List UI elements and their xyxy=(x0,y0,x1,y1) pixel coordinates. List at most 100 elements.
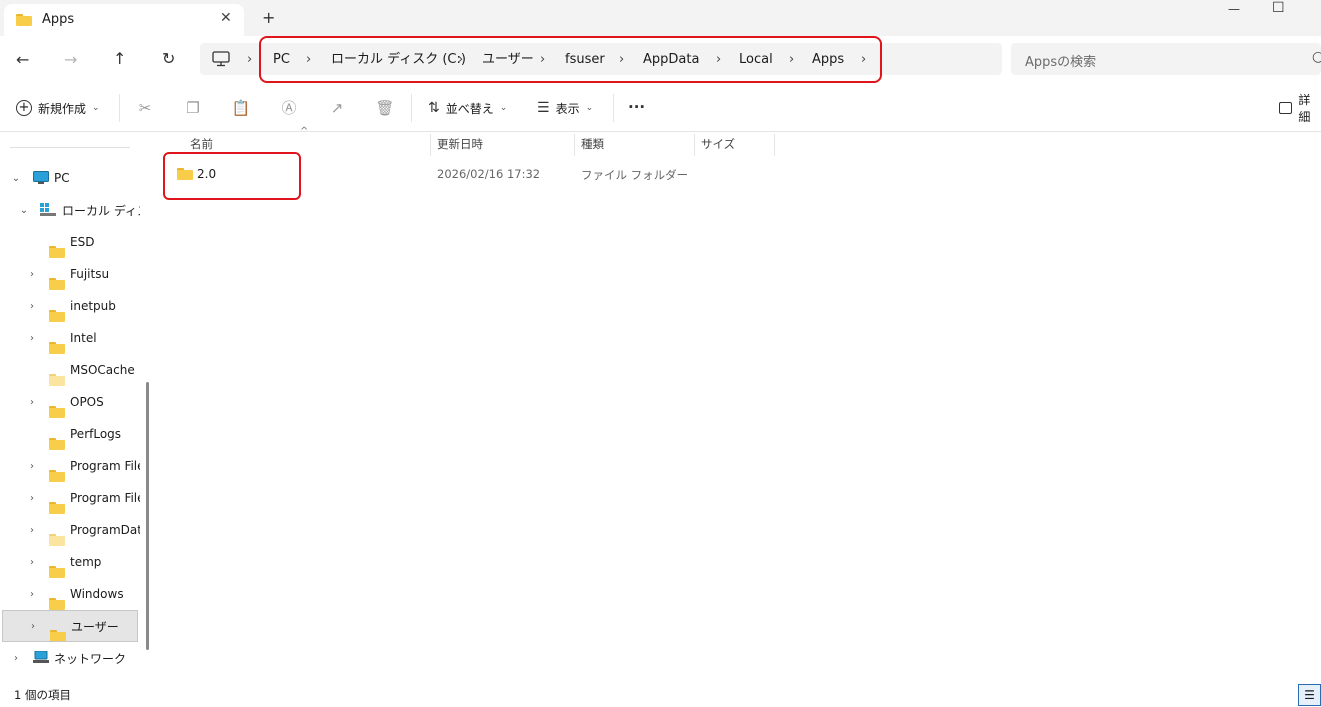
search-icon[interactable]: ○ xyxy=(1312,49,1321,65)
copy-icon[interactable]: ❐ xyxy=(183,98,203,118)
chevron-right-icon[interactable]: › xyxy=(10,653,22,664)
chevron-right-icon[interactable]: › xyxy=(26,397,38,408)
chevron-right-icon[interactable]: › xyxy=(26,461,38,472)
nav-item-folder[interactable]: › Windows xyxy=(0,578,140,610)
chevron-right-icon[interactable]: › xyxy=(26,589,38,600)
chevron-right-icon[interactable]: › xyxy=(26,269,38,280)
folder-icon xyxy=(49,438,65,450)
folder-icon xyxy=(49,406,65,418)
nav-item-label: temp xyxy=(70,555,102,569)
nav-item-folder[interactable]: › ユーザー xyxy=(2,610,138,642)
nav-item-pc[interactable]: ⌄ PC xyxy=(0,162,140,194)
minimize-button[interactable]: — xyxy=(1228,2,1240,16)
column-header-size[interactable]: サイズ xyxy=(695,134,775,156)
chevron-down-icon[interactable]: ⌄ xyxy=(10,173,22,184)
file-modified: 2026/02/16 17:32 xyxy=(437,167,541,181)
nav-scrollbar[interactable] xyxy=(146,382,149,650)
chevron-right-icon[interactable]: › xyxy=(26,557,38,568)
folder-icon xyxy=(49,598,65,610)
chevron-down-icon: ⌄ xyxy=(585,103,594,113)
nav-item-folder[interactable]: ESD xyxy=(0,226,140,258)
title-bar: Apps ✕ + — ☐ xyxy=(0,0,1321,36)
share-icon[interactable]: ↗ xyxy=(327,98,347,118)
nav-divider xyxy=(10,147,130,148)
sort-button[interactable]: ⇅ 並べ替え ⌄ xyxy=(428,96,507,120)
monitor-icon xyxy=(212,51,230,67)
nav-item-folder[interactable]: › ProgramData xyxy=(0,514,140,546)
nav-item-label: MSOCache xyxy=(70,363,135,377)
nav-item-folder[interactable]: PerfLogs xyxy=(0,418,140,450)
cut-icon[interactable]: ✂ xyxy=(135,98,155,118)
details-pane-icon xyxy=(1279,102,1293,114)
chevron-right-icon[interactable]: › xyxy=(26,525,38,536)
tab-title: Apps xyxy=(42,12,75,27)
new-button-label: 新規作成 xyxy=(38,101,87,116)
nav-item-folder[interactable]: › Intel xyxy=(0,322,140,354)
refresh-icon[interactable]: ↻ xyxy=(162,49,175,68)
sort-icon: ⇅ xyxy=(428,100,440,116)
search-input[interactable]: Appsの検索 xyxy=(1025,51,1096,70)
folder-icon xyxy=(49,246,65,258)
breadcrumb-separator[interactable]: › xyxy=(247,50,252,70)
column-header-type[interactable]: 種類 xyxy=(575,134,695,156)
folder-icon xyxy=(49,502,65,514)
network-icon xyxy=(33,651,49,663)
nav-item-label: Program Files xyxy=(70,459,140,473)
breadcrumb-highlight-box xyxy=(259,36,882,83)
file-type: ファイル フォルダー xyxy=(581,168,689,182)
nav-item-label: Windows xyxy=(70,587,124,601)
plus-circle-icon: + xyxy=(16,100,32,116)
back-arrow-icon[interactable]: ← xyxy=(16,50,29,69)
nav-item-label: ESD xyxy=(70,235,95,249)
nav-item-label: inetpub xyxy=(70,299,116,313)
column-header-modified[interactable]: 更新日時 xyxy=(431,134,575,156)
new-button[interactable]: + 新規作成 ⌄ xyxy=(16,96,100,120)
nav-item-network[interactable]: › ネットワーク xyxy=(0,642,140,674)
tab-apps[interactable]: Apps ✕ xyxy=(4,4,244,36)
chevron-right-icon[interactable]: › xyxy=(26,333,38,344)
nav-item-local-disk[interactable]: ⌄ ローカル ディスク (C:) xyxy=(0,194,140,226)
folder-icon xyxy=(49,566,65,578)
view-button[interactable]: ☰ 表示 ⌄ xyxy=(537,96,593,120)
more-options-button[interactable]: ··· xyxy=(628,98,645,116)
folder-icon xyxy=(49,310,65,322)
new-tab-button[interactable]: + xyxy=(262,8,275,27)
chevron-right-icon[interactable]: › xyxy=(26,493,38,504)
pc-icon xyxy=(33,171,49,184)
nav-item-label: ローカル ディスク (C:) xyxy=(62,203,140,218)
chevron-right-icon[interactable]: › xyxy=(26,301,38,312)
rename-icon[interactable]: Ⓐ xyxy=(279,98,299,118)
nav-item-folder[interactable]: › OPOS xyxy=(0,386,140,418)
nav-item-folder[interactable]: › inetpub xyxy=(0,290,140,322)
close-tab-icon[interactable]: ✕ xyxy=(220,10,232,26)
nav-item-label: ユーザー xyxy=(71,619,119,634)
paste-icon[interactable]: 📋 xyxy=(231,98,251,118)
delete-icon[interactable]: 🗑 xyxy=(375,98,395,118)
folder-icon xyxy=(49,278,65,290)
toolbar-divider xyxy=(119,94,120,122)
drive-icon xyxy=(40,203,56,216)
chevron-down-icon[interactable]: ⌄ xyxy=(18,205,30,216)
nav-item-folder[interactable]: MSOCache xyxy=(0,354,140,386)
details-pane-label: 詳細 xyxy=(1298,93,1311,124)
folder-icon xyxy=(16,14,32,26)
nav-item-folder[interactable]: › Program Files xyxy=(0,450,140,482)
up-arrow-icon[interactable]: ↑ xyxy=(113,49,126,68)
nav-item-folder[interactable]: › temp xyxy=(0,546,140,578)
nav-item-label: ProgramData xyxy=(70,523,140,537)
nav-item-label: PC xyxy=(54,171,70,185)
maximize-button[interactable]: ☐ xyxy=(1272,0,1285,16)
toolbar-divider xyxy=(613,94,614,122)
forward-arrow-icon[interactable]: → xyxy=(64,50,77,69)
file-highlight-box xyxy=(163,152,301,200)
status-item-count: 1 個の項目 xyxy=(14,688,71,702)
nav-item-folder[interactable]: › Fujitsu xyxy=(0,258,140,290)
view-list-icon: ☰ xyxy=(537,100,550,116)
details-view-icon[interactable]: ☰ xyxy=(1298,684,1321,706)
chevron-down-icon: ⌄ xyxy=(499,103,508,113)
folder-icon xyxy=(49,374,65,386)
sort-button-label: 並べ替え xyxy=(445,101,494,116)
nav-item-folder[interactable]: › Program Files (x86) xyxy=(0,482,140,514)
details-pane-button[interactable]: 詳細 xyxy=(1279,93,1321,124)
chevron-right-icon[interactable]: › xyxy=(27,621,39,632)
